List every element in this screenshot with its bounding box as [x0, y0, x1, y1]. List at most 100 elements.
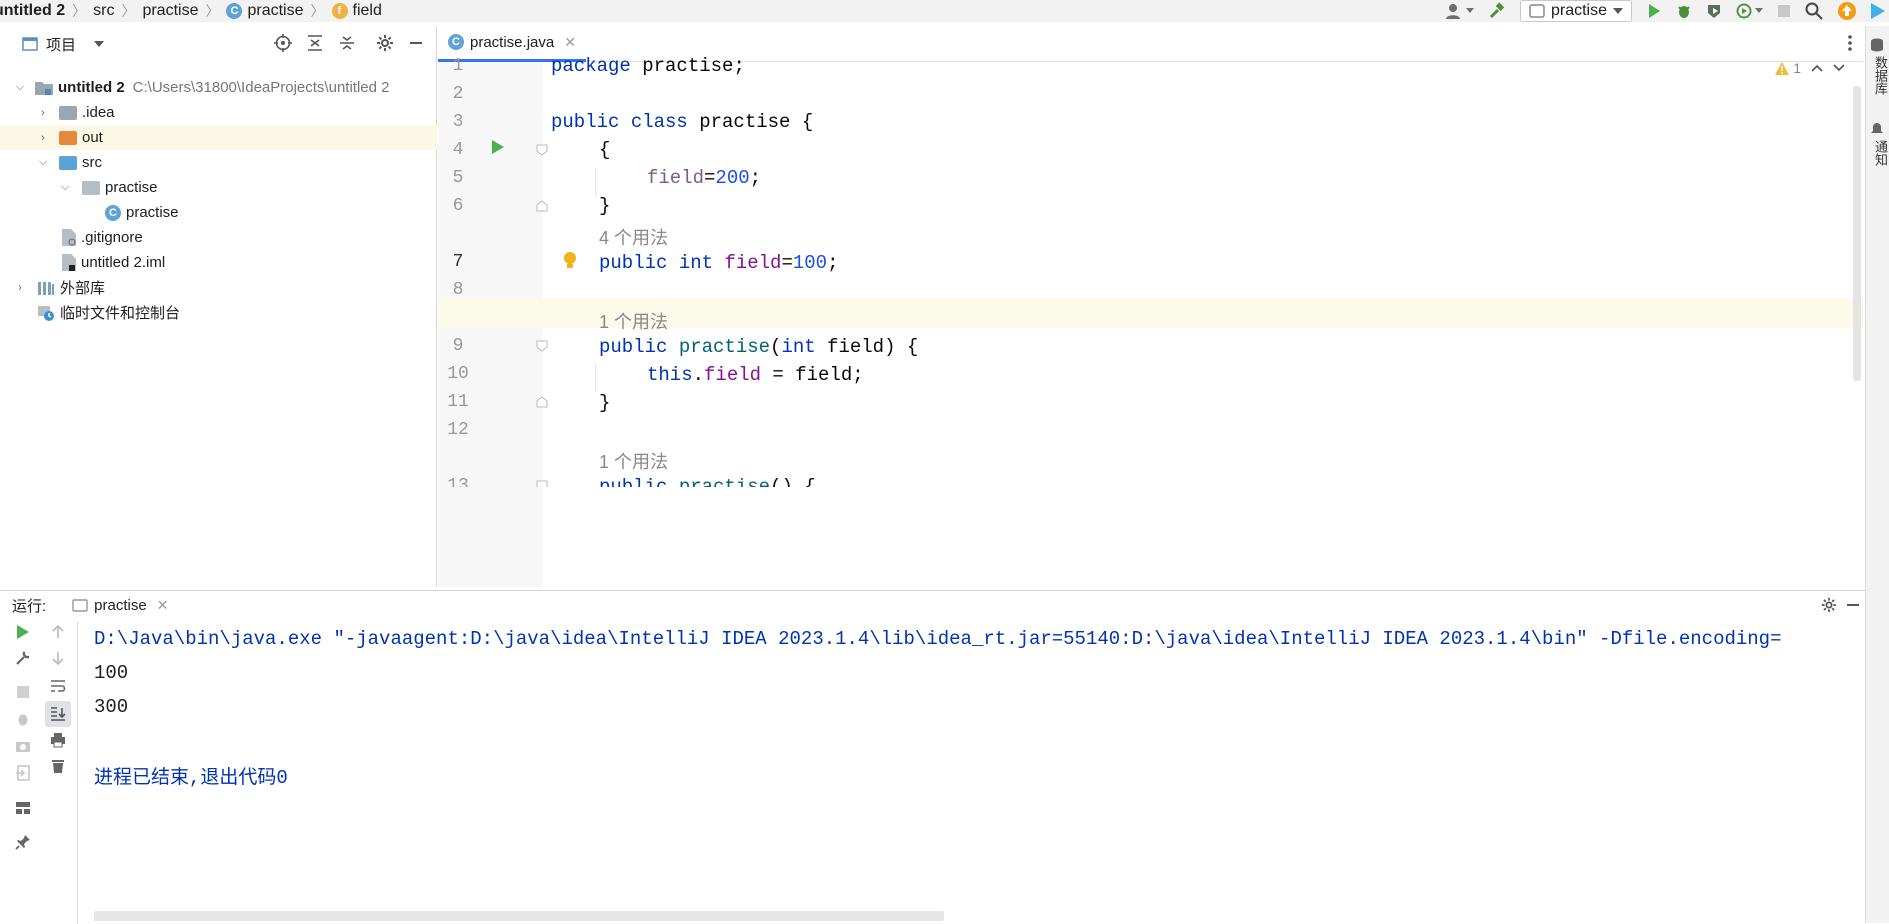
code-line-7[interactable]: public int field=100; — [599, 252, 838, 274]
scratches-icon — [37, 305, 55, 321]
run-icon[interactable] — [1646, 3, 1662, 19]
chevron-down-icon[interactable]: ⌵ — [36, 156, 50, 170]
fold-icon[interactable] — [535, 339, 549, 353]
usages-hint[interactable]: 1 个用法 — [599, 308, 668, 334]
trash-icon[interactable] — [47, 755, 69, 777]
module-file-icon — [62, 254, 76, 271]
tree-item-class[interactable]: C practise — [0, 200, 437, 225]
code-line-3[interactable]: public class practise { — [551, 111, 813, 133]
console-horizontal-scrollbar[interactable] — [94, 911, 944, 921]
stop-icon[interactable] — [12, 681, 34, 703]
exit-icon[interactable] — [12, 762, 34, 784]
collapse-all-icon[interactable] — [338, 34, 356, 52]
breadcrumb-field[interactable]: f field — [331, 2, 382, 20]
camera-icon[interactable] — [12, 735, 34, 757]
breadcrumb-project[interactable]: untitled 2 — [0, 2, 65, 20]
user-icon[interactable] — [1445, 3, 1474, 19]
chevron-right-icon[interactable]: › — [36, 106, 50, 120]
code-line-11[interactable]: } — [599, 392, 610, 414]
breadcrumb-package[interactable]: practise — [142, 2, 198, 20]
fold-icon[interactable] — [535, 395, 549, 409]
indent-guide — [595, 364, 596, 392]
usages-hint[interactable]: 1 个用法 — [599, 448, 668, 474]
pin-icon[interactable] — [12, 831, 34, 853]
tree-item-package[interactable]: ⌵ practise — [0, 175, 437, 200]
tree-item-out[interactable]: › out — [0, 125, 437, 150]
bell-icon[interactable] — [1870, 122, 1884, 136]
code-line-10[interactable]: this.field = field; — [647, 364, 864, 386]
chevron-down-icon[interactable]: ⌵ — [13, 81, 27, 95]
chevron-right-icon[interactable]: › — [13, 281, 27, 295]
code-line-6[interactable]: } — [599, 195, 610, 217]
debug-icon[interactable] — [1676, 3, 1692, 19]
tree-item-project-root[interactable]: ⌵ untitled 2 C:\Users\31800\IdeaProjects… — [0, 75, 437, 100]
next-highlight-icon[interactable] — [1833, 64, 1845, 72]
debug-bug-icon[interactable] — [12, 708, 34, 730]
search-icon[interactable] — [1805, 2, 1823, 20]
minimize-icon[interactable] — [408, 35, 424, 51]
line-number: 11 — [447, 392, 469, 412]
breadcrumb-separator: 〉 — [121, 3, 136, 19]
breadcrumb-class[interactable]: C practise — [226, 2, 304, 20]
profile-icon[interactable] — [1736, 3, 1763, 19]
tree-item-idea[interactable]: › .idea — [0, 100, 437, 125]
fold-icon[interactable] — [535, 199, 549, 213]
code-editor[interactable]: C practise.java ✕ 1 2 3 4 5 6 7 8 9 10 1… — [438, 26, 1863, 587]
soft-wrap-icon[interactable] — [47, 675, 69, 697]
more-options-icon[interactable] — [1847, 34, 1853, 52]
excluded-folder-icon — [59, 130, 77, 145]
gear-icon[interactable] — [1821, 597, 1837, 613]
locate-icon[interactable] — [274, 34, 292, 52]
print-icon[interactable] — [47, 729, 69, 751]
database-tool-label[interactable]: 数据库 — [1871, 56, 1889, 95]
code-line-1[interactable]: package practise; — [551, 55, 745, 77]
project-toolbar — [274, 34, 424, 52]
notifications-tool-label[interactable]: 通知 — [1871, 140, 1889, 166]
run-tab-practise[interactable]: practise ✕ — [68, 597, 172, 614]
fold-icon[interactable] — [535, 143, 549, 157]
edit-config-wrench-icon[interactable] — [12, 647, 34, 669]
tree-item-scratches[interactable]: 临时文件和控制台 — [0, 300, 437, 325]
code-line-4[interactable]: { — [599, 139, 610, 161]
code-line-13[interactable]: public practise() { — [599, 476, 816, 487]
code-line-5[interactable]: field=200; — [647, 167, 761, 189]
plugin-icon[interactable] — [1871, 2, 1885, 20]
usages-hint[interactable]: 4 个用法 — [599, 224, 668, 250]
close-icon[interactable]: ✕ — [157, 597, 169, 614]
chevron-down-icon[interactable] — [94, 41, 105, 47]
tree-item-src[interactable]: ⌵ src — [0, 150, 437, 175]
inspection-widget[interactable]: 1 — [1775, 60, 1845, 76]
fold-icon[interactable] — [535, 479, 549, 487]
coverage-icon[interactable] — [1706, 3, 1722, 19]
build-hammer-icon[interactable] — [1488, 2, 1506, 20]
run-tool-window: 运行: practise ✕ D:\Java\bin\java.exe "-ja… — [0, 590, 1889, 924]
tree-item-iml[interactable]: untitled 2.iml — [0, 250, 437, 275]
tree-item-external-libraries[interactable]: › 外部库 — [0, 275, 437, 300]
database-icon[interactable] — [1870, 38, 1884, 52]
run-gutter-icon[interactable] — [491, 139, 505, 155]
indent-guide — [595, 168, 596, 196]
lightbulb-icon[interactable] — [563, 251, 577, 271]
project-tool-window: 项目 ⌵ untitled 2 C:\Users\31800\IdeaProje… — [0, 26, 437, 587]
scroll-to-end-toggle[interactable] — [45, 701, 71, 727]
layout-icon[interactable] — [12, 797, 34, 819]
chevron-right-icon[interactable]: › — [36, 131, 50, 145]
close-icon[interactable]: ✕ — [564, 34, 576, 51]
scroll-up-icon[interactable] — [47, 621, 69, 643]
editor-vertical-scrollbar[interactable] — [1853, 86, 1861, 381]
scroll-down-icon[interactable] — [47, 647, 69, 669]
code-line-9[interactable]: public practise(int field) { — [599, 336, 918, 358]
gear-icon[interactable] — [376, 34, 394, 52]
rerun-icon[interactable] — [12, 621, 34, 643]
minimize-icon[interactable] — [1845, 597, 1861, 613]
previous-highlight-icon[interactable] — [1811, 64, 1823, 72]
run-configuration-selector[interactable]: practise — [1519, 0, 1632, 22]
stop-icon[interactable] — [1777, 4, 1791, 18]
chevron-down-icon[interactable]: ⌵ — [58, 181, 72, 195]
navigation-bar: untitled 2 〉 src 〉 practise 〉 C practise… — [0, 0, 1889, 22]
warning-indicator[interactable]: 1 — [1775, 60, 1801, 76]
tree-item-gitignore[interactable]: .gitignore — [0, 225, 437, 250]
breadcrumb-src[interactable]: src — [93, 2, 114, 20]
update-icon[interactable] — [1837, 1, 1857, 21]
expand-all-icon[interactable] — [306, 34, 324, 52]
